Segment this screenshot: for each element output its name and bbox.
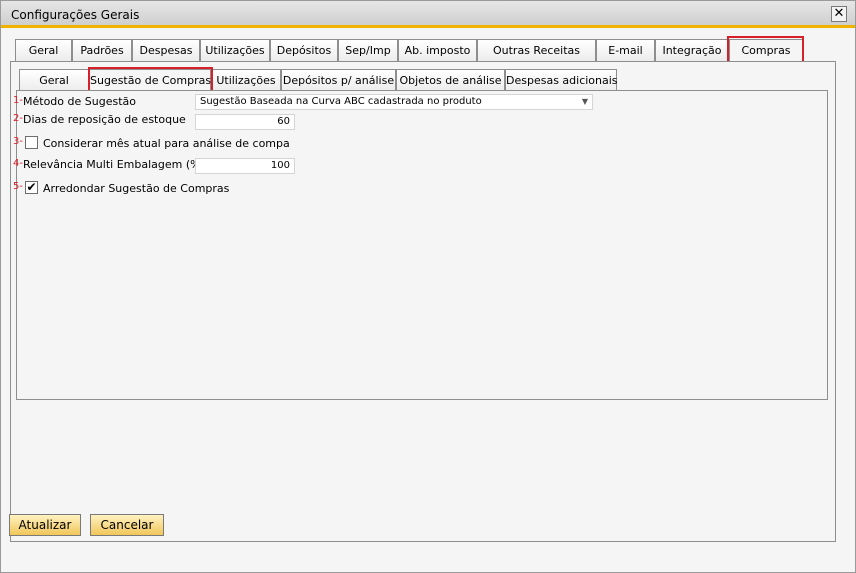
dias-label: Dias de reposição de estoque xyxy=(23,113,186,126)
window-title: Configurações Gerais xyxy=(11,8,140,22)
tab-geral[interactable]: Geral xyxy=(15,39,72,61)
tab-outras-receitas[interactable]: Outras Receitas xyxy=(477,39,596,61)
tab-ab-imposto[interactable]: Ab. imposto xyxy=(398,39,477,61)
subtab-objetos-analise[interactable]: Objetos de análise xyxy=(396,69,505,91)
arredondar-label: Arredondar Sugestão de Compras xyxy=(43,182,230,195)
title-bar: Configurações Gerais ✕ xyxy=(1,1,855,28)
arredondar-checkbox[interactable]: ✔ xyxy=(25,181,38,194)
considerar-mes-checkbox[interactable] xyxy=(25,136,38,149)
metodo-sugestao-dropdown[interactable]: Sugestão Baseada na Curva ABC cadastrada… xyxy=(195,94,593,110)
tab-sep-imp[interactable]: Sep/Imp xyxy=(338,39,398,61)
marker-1: 1- xyxy=(13,95,23,106)
cancelar-button[interactable]: Cancelar xyxy=(90,514,164,536)
tab-utilizacoes[interactable]: Utilizações xyxy=(200,39,270,61)
close-icon[interactable]: ✕ xyxy=(831,6,847,22)
marker-4: 4- xyxy=(13,158,23,169)
tab-compras[interactable]: Compras xyxy=(729,39,803,61)
subtab-depositos-analise[interactable]: Depósitos p/ análise xyxy=(281,69,396,91)
considerar-label: Considerar mês atual para análise de com… xyxy=(43,137,290,150)
tab-integracao[interactable]: Integração xyxy=(655,39,729,61)
subtab-utilizacoes[interactable]: Utilizações xyxy=(211,69,281,91)
marker-3: 3- xyxy=(13,136,23,147)
subtab-sugestao-compras[interactable]: Sugestão de Compras xyxy=(89,69,211,91)
metodo-label: Método de Sugestão xyxy=(23,95,136,108)
relevancia-input[interactable]: 100 xyxy=(195,158,295,174)
subtab-despesas-adicionais[interactable]: Despesas adicionais xyxy=(505,69,618,91)
tab-email[interactable]: E-mail xyxy=(596,39,655,61)
tab-depositos[interactable]: Depósitos xyxy=(270,39,338,61)
relevancia-label: Relevância Multi Embalagem (%) xyxy=(23,158,205,171)
chevron-down-icon: ▼ xyxy=(581,97,588,106)
marker-2: 2- xyxy=(13,113,23,124)
metodo-value: Sugestão Baseada na Curva ABC cadastrada… xyxy=(200,96,482,107)
tab-padroes[interactable]: Padrões xyxy=(72,39,132,61)
marker-5: 5- xyxy=(13,181,23,192)
subtab-geral[interactable]: Geral xyxy=(19,69,89,91)
tab-despesas[interactable]: Despesas xyxy=(132,39,200,61)
atualizar-button[interactable]: Atualizar xyxy=(9,514,81,536)
dias-reposicao-input[interactable]: 60 xyxy=(195,114,295,130)
